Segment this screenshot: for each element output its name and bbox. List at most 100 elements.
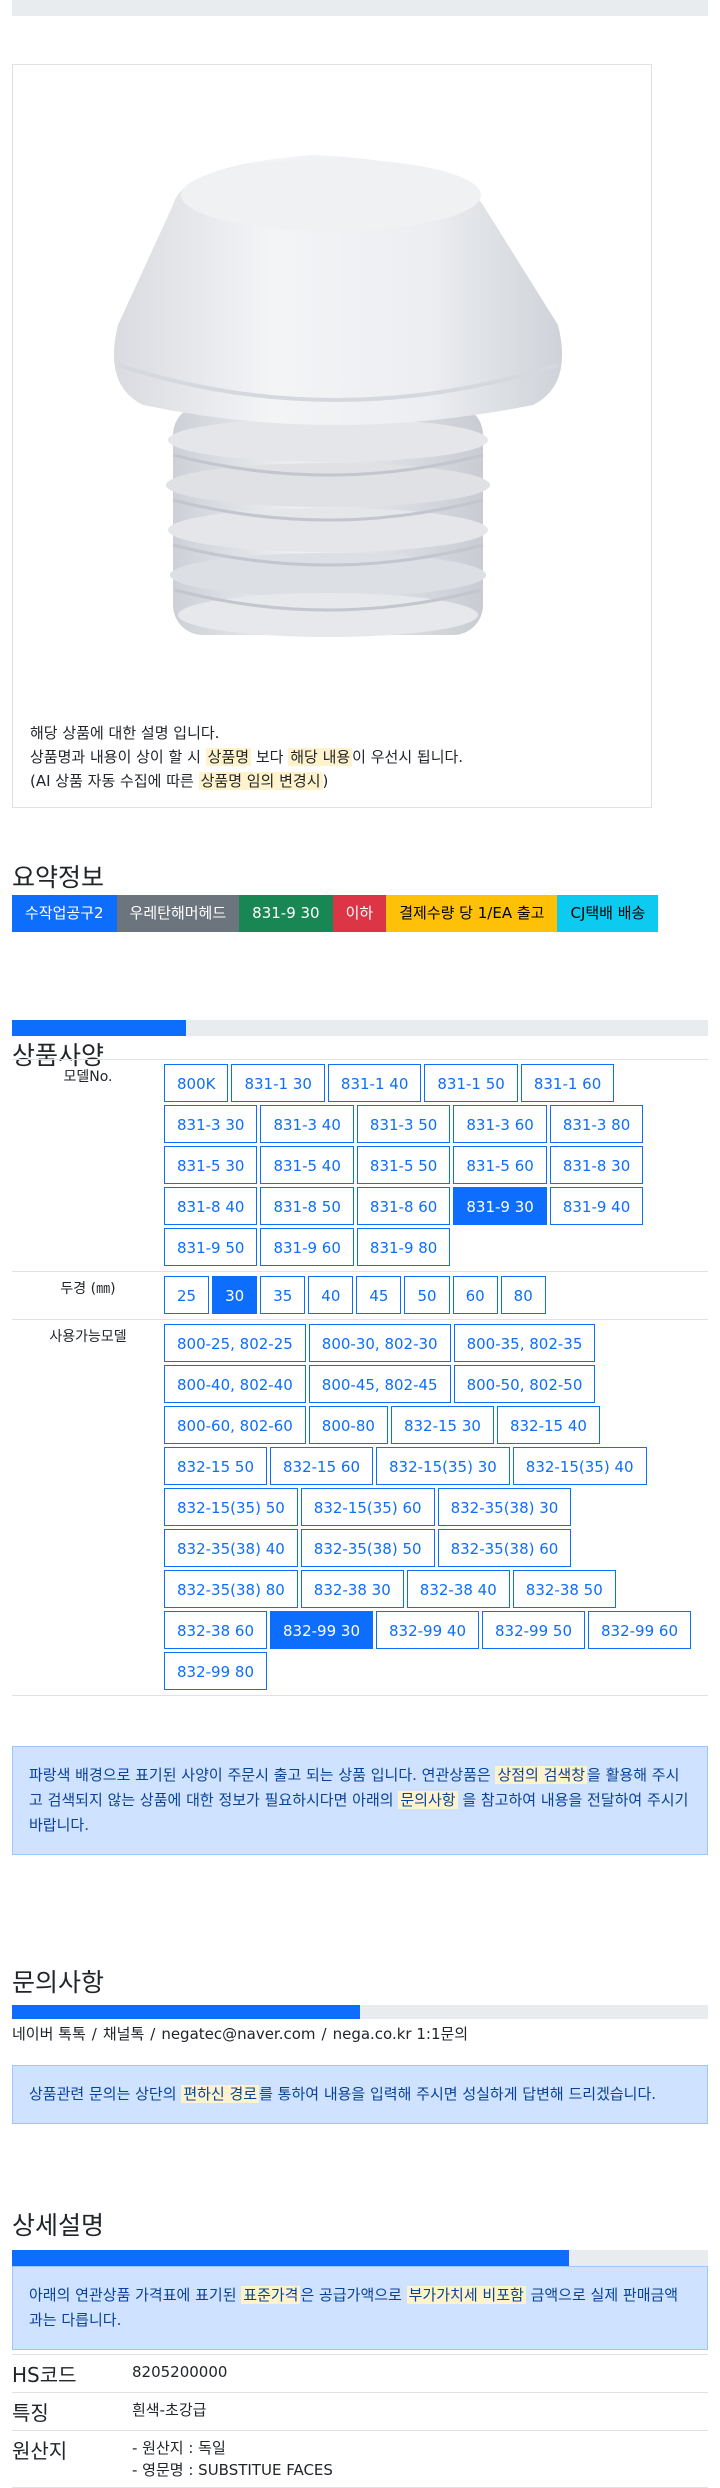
desc-text: 보다 — [251, 748, 289, 766]
spec-option[interactable]: 832-15 40 — [496, 1406, 600, 1444]
spec-option[interactable]: 50 — [404, 1276, 450, 1314]
spec-option[interactable]: 832-15(35) 60 — [300, 1488, 435, 1526]
summary-badge: 이하 — [332, 895, 387, 932]
spec-option[interactable]: 832-15 60 — [270, 1447, 373, 1485]
spec-option[interactable]: 832-15 30 — [390, 1406, 494, 1444]
spec-option[interactable]: 831-9 50 — [164, 1228, 258, 1266]
highlight-route: 편하신 경로 — [181, 2085, 260, 2103]
spec-option[interactable]: 831-3 40 — [260, 1105, 354, 1143]
highlight-name-change: 상품명 임의 변경시 — [198, 772, 323, 790]
spec-option[interactable]: 832-35(38) 60 — [437, 1529, 572, 1567]
spec-option[interactable]: 831-1 30 — [231, 1064, 325, 1102]
spec-option[interactable]: 831-9 60 — [260, 1228, 354, 1266]
spec-option[interactable]: 831-1 40 — [327, 1064, 422, 1102]
spec-option[interactable]: 831-3 30 — [164, 1105, 258, 1143]
spec-option[interactable]: 831-8 40 — [164, 1187, 258, 1225]
spec-option[interactable]: 60 — [452, 1276, 498, 1314]
spec-option[interactable]: 832-38 60 — [164, 1611, 267, 1649]
desc-text: (AI 상품 자동 수집에 따른 — [30, 772, 199, 790]
inquiry-links: 네이버 톡톡 / 채널톡 / negatec@naver.com / nega.co.kr … — [12, 2023, 468, 2044]
detail-value-line: - 원산지 : 독일 — [132, 2439, 226, 2457]
spec-option[interactable]: 831-8 50 — [260, 1187, 354, 1225]
spec-option[interactable]: 831-9 40 — [549, 1187, 644, 1225]
spec-option[interactable]: 25 — [164, 1276, 210, 1314]
spec-notice: 파랑색 배경으로 표기된 사양이 주문시 출고 되는 상품 입니다. 연관상품은… — [12, 1746, 708, 1855]
spec-option[interactable]: 800K — [164, 1064, 229, 1102]
spec-option[interactable]: 831-5 30 — [164, 1146, 258, 1184]
spec-option[interactable]: 45 — [356, 1276, 402, 1314]
detail-table: HS코드 8205200000 특징 흰색-초강급 원산지 - 원산지 : 독일 - 영문명… — [12, 2354, 708, 2488]
detail-row: 특징 흰색-초강급 — [12, 2393, 708, 2431]
spec-options: 800K 831-1 30 831-1 40 831-1 50 831-1 60 831-… — [164, 1060, 704, 1271]
spec-option[interactable]: 832-38 40 — [406, 1570, 510, 1608]
spec-progress-fill — [12, 1020, 186, 1036]
spec-option[interactable]: 800-45, 802-45 — [308, 1365, 451, 1403]
summary-badge: CJ택배 배송 — [557, 895, 659, 932]
spec-option[interactable]: 800-50, 802-50 — [453, 1365, 596, 1403]
inquiry-title: 문의사항 — [12, 1968, 105, 1997]
spec-option-selected[interactable]: 832-99 30 — [270, 1611, 373, 1649]
desc-text: 상품명과 내용이 상이 할 시 — [30, 748, 206, 766]
summary-badge: 831-9 30 — [239, 895, 333, 932]
spec-label: 두경 (㎜) — [60, 1281, 116, 1297]
spec-option[interactable]: 800-40, 802-40 — [164, 1365, 306, 1403]
spec-option[interactable]: 831-5 40 — [260, 1146, 354, 1184]
spec-option[interactable]: 831-8 30 — [549, 1146, 644, 1184]
product-image — [113, 155, 563, 637]
detail-label: HS코드 — [12, 2363, 77, 2387]
spec-progress-bar — [12, 1020, 708, 1036]
spec-option[interactable]: 832-35(38) 40 — [164, 1529, 298, 1567]
inquiry-link[interactable]: negatec@naver.com — [161, 2025, 315, 2043]
inquiry-progress-fill — [12, 2005, 360, 2019]
spec-option[interactable]: 831-5 50 — [356, 1146, 451, 1184]
spec-option[interactable]: 832-15(35) 30 — [376, 1447, 510, 1485]
spec-option[interactable]: 832-38 50 — [512, 1570, 616, 1608]
spec-option[interactable]: 831-3 80 — [549, 1105, 644, 1143]
spec-option-selected[interactable]: 831-9 30 — [453, 1187, 547, 1225]
spec-option[interactable]: 832-99 60 — [588, 1611, 691, 1649]
spec-option[interactable]: 831-5 60 — [453, 1146, 547, 1184]
detail-value: 8205200000 — [132, 2355, 227, 2392]
desc-text: ) — [322, 772, 329, 790]
highlight-vat: 부가가치세 비포함 — [406, 2286, 526, 2304]
spec-option[interactable]: 832-15(35) 50 — [164, 1488, 298, 1526]
spec-option[interactable]: 832-99 50 — [482, 1611, 585, 1649]
spec-options: 800-25, 802-25 800-30, 802-30 800-35, 802-… — [164, 1320, 704, 1695]
spec-label: 사용가능모델 — [49, 1329, 127, 1345]
spec-option[interactable]: 800-80 — [308, 1406, 388, 1444]
spec-option[interactable]: 832-35(38) 30 — [437, 1488, 572, 1526]
spec-option[interactable]: 832-35(38) 80 — [164, 1570, 298, 1608]
spec-option[interactable]: 800-35, 802-35 — [453, 1324, 596, 1362]
desc-line-1: 해당 상품에 대한 설명 입니다. — [30, 724, 220, 742]
detail-progress-fill — [12, 2250, 569, 2266]
spec-option[interactable]: 832-99 40 — [376, 1611, 479, 1649]
inquiry-link[interactable]: nega.co.kr 1:1문의 — [333, 2025, 469, 2043]
detail-title: 상세설명 — [12, 2211, 105, 2240]
spec-option[interactable]: 832-99 80 — [164, 1652, 267, 1690]
spec-option[interactable]: 831-9 80 — [356, 1228, 451, 1266]
detail-value: 흰색-초강급 — [132, 2393, 206, 2430]
desc-line-2: 상품명과 내용이 상이 할 시 상품명 보다 해당 내용 이 우선시 됩니다. — [30, 745, 463, 769]
spec-option-selected[interactable]: 30 — [212, 1276, 258, 1314]
spec-option[interactable]: 40 — [308, 1276, 354, 1314]
spec-option[interactable]: 800-25, 802-25 — [164, 1324, 306, 1362]
spec-option[interactable]: 831-1 60 — [520, 1064, 615, 1102]
spec-option[interactable]: 832-35(38) 50 — [300, 1529, 435, 1567]
spec-option[interactable]: 831-3 60 — [453, 1105, 547, 1143]
spec-option[interactable]: 831-8 60 — [356, 1187, 451, 1225]
inquiry-link[interactable]: 네이버 톡톡 — [12, 2025, 86, 2043]
spec-option[interactable]: 800-60, 802-60 — [164, 1406, 306, 1444]
inquiry-link[interactable]: 채널톡 — [103, 2025, 144, 2043]
spec-option[interactable]: 832-38 30 — [300, 1570, 404, 1608]
spec-option[interactable]: 800-30, 802-30 — [308, 1324, 451, 1362]
detail-label: 원산지 — [12, 2439, 68, 2463]
spec-option[interactable]: 80 — [500, 1276, 546, 1314]
spec-option[interactable]: 831-1 50 — [424, 1064, 518, 1102]
highlight-standard-price: 표준가격 — [241, 2286, 301, 2304]
spec-option[interactable]: 832-15(35) 40 — [512, 1447, 647, 1485]
spec-option[interactable]: 35 — [260, 1276, 306, 1314]
spec-option[interactable]: 831-3 50 — [356, 1105, 451, 1143]
summary-badges: 수작업공구2 우레탄해머헤드 831-9 30 이하 결제수량 당 1/EA 출고 CJ택… — [12, 895, 659, 932]
summary-badge: 수작업공구2 — [12, 895, 117, 932]
spec-option[interactable]: 832-15 50 — [164, 1447, 267, 1485]
